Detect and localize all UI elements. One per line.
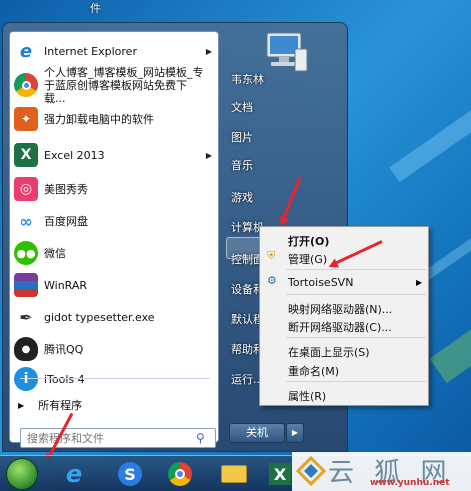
right-item-pictures[interactable]: 图片 xyxy=(231,129,253,145)
program-excel-2013[interactable]: X Excel 2013 ▶ xyxy=(14,140,216,170)
taskbar-ie-icon[interactable]: e xyxy=(54,459,94,489)
program-label: iTools 4 xyxy=(44,372,85,386)
menu-divider xyxy=(286,337,426,338)
ctx-item-show-on-desktop[interactable]: 在桌面上显示(S) xyxy=(288,344,370,360)
menu-divider xyxy=(286,294,426,295)
triangle-right-icon: ▶ xyxy=(18,400,25,410)
program-label: WinRAR xyxy=(44,278,88,292)
right-item-documents[interactable]: 文档 xyxy=(231,99,253,115)
submenu-arrow-icon[interactable]: ▶ xyxy=(206,151,212,160)
ctx-item-open[interactable]: 打开(O) xyxy=(288,233,329,249)
ctx-item-manage[interactable]: 管理(G) xyxy=(288,251,327,267)
start-orb-icon[interactable] xyxy=(6,458,38,490)
search-input[interactable] xyxy=(20,428,216,448)
program-label: 个人博客_博客模板_网站模板_专于蓝原创博客模板网站免费下载... xyxy=(44,65,204,105)
shutdown-button[interactable]: 关机 xyxy=(229,423,285,443)
program-itools[interactable]: i iTools 4 xyxy=(14,364,216,394)
winrar-icon xyxy=(14,273,38,297)
program-qq[interactable]: ● 腾讯QQ xyxy=(14,334,216,364)
program-gidot-typesetter[interactable]: ✒ gidot typesetter.exe xyxy=(14,302,216,332)
context-menu: 打开(O) ⛨ 管理(G) ⚙ TortoiseSVN ▶ 映射网络驱动器(N)… xyxy=(259,226,429,406)
ctx-item-tortoisesvn[interactable]: TortoiseSVN xyxy=(288,276,353,289)
program-label: 微信 xyxy=(44,246,66,260)
program-baidu-netdisk[interactable]: ∞ 百度网盘 xyxy=(14,206,216,236)
ctx-item-disconnect-drive[interactable]: 断开网络驱动器(C)... xyxy=(288,319,392,335)
baidu-netdisk-icon: ∞ xyxy=(19,211,33,231)
program-meitu[interactable]: ◎ 美图秀秀 xyxy=(14,174,216,204)
ctx-item-rename[interactable]: 重命名(M) xyxy=(288,363,339,379)
program-label: 腾讯QQ xyxy=(44,342,84,356)
pen-nib-icon: ✒ xyxy=(19,307,33,327)
menu-divider xyxy=(286,381,426,382)
meitu-icon: ◎ xyxy=(14,177,38,201)
shutdown-options-icon[interactable]: ▶ xyxy=(286,423,304,443)
program-label: Internet Explorer xyxy=(44,44,137,58)
desktop-text-fragment: 件 xyxy=(90,2,101,15)
program-label: Excel 2013 xyxy=(44,148,105,162)
submenu-arrow-icon[interactable]: ▶ xyxy=(206,47,212,56)
taskbar-sogou-icon[interactable]: S xyxy=(110,459,150,489)
taskbar-folder-icon[interactable] xyxy=(214,459,254,489)
ie-icon: e xyxy=(19,40,33,62)
program-label: 强力卸载电脑中的软件 xyxy=(44,112,154,126)
search-icon[interactable]: ⚲ xyxy=(196,431,205,445)
program-label: 美图秀秀 xyxy=(44,182,88,196)
all-programs-label: 所有程序 xyxy=(38,399,83,412)
right-item-music[interactable]: 音乐 xyxy=(231,157,253,173)
watermark-url: www.yunhu.net xyxy=(370,478,450,488)
start-menu-programs-pane: e Internet Explorer ▶ 个人博客_博客模板_网站模板_专于蓝… xyxy=(9,31,219,448)
right-item-games[interactable]: 游戏 xyxy=(231,189,253,205)
excel-icon: X xyxy=(14,143,38,167)
uninstall-icon: ✦ xyxy=(14,107,38,131)
submenu-arrow-icon[interactable]: ▶ xyxy=(416,278,422,287)
right-item-user[interactable]: 韦东林 xyxy=(231,71,264,87)
program-label: gidot typesetter.exe xyxy=(44,310,155,324)
wechat-icon: ●● xyxy=(14,241,38,265)
computer-icon xyxy=(266,32,308,72)
ctx-item-properties[interactable]: 属性(R) xyxy=(288,388,326,404)
ctx-item-map-drive[interactable]: 映射网络驱动器(N)... xyxy=(288,301,392,317)
itools-icon: i xyxy=(14,367,38,391)
program-label: 百度网盘 xyxy=(44,214,88,228)
menu-divider xyxy=(286,269,426,270)
chrome-icon xyxy=(14,73,38,97)
taskbar-chrome-icon[interactable] xyxy=(160,459,200,489)
shield-icon: ⛨ xyxy=(267,249,276,262)
qq-icon: ● xyxy=(14,337,38,361)
program-chrome-blog[interactable]: 个人博客_博客模板_网站模板_专于蓝原创博客模板网站免费下载... xyxy=(14,65,216,105)
program-winrar[interactable]: WinRAR xyxy=(14,270,216,300)
watermark-logo-icon xyxy=(296,456,326,486)
tortoise-svn-icon: ⚙ xyxy=(267,274,277,287)
program-internet-explorer[interactable]: e Internet Explorer ▶ xyxy=(14,36,216,66)
divider xyxy=(20,378,210,379)
all-programs-button[interactable]: ▶ 所有程序 xyxy=(18,397,82,413)
program-wechat[interactable]: ●● 微信 xyxy=(14,238,216,268)
program-uninstaller[interactable]: ✦ 强力卸载电脑中的软件 xyxy=(14,104,216,134)
